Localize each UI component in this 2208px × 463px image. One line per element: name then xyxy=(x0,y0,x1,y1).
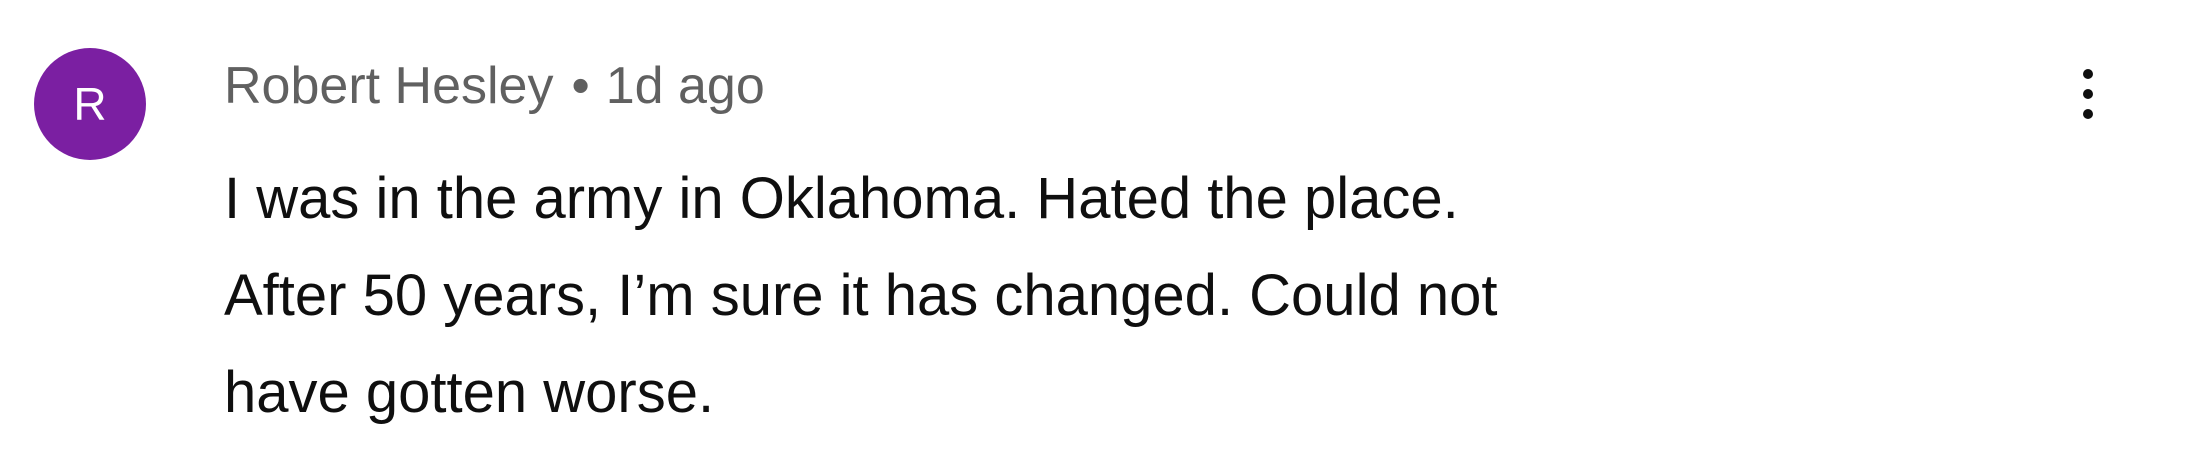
comment-text-line: After 50 years, I’m sure it has changed.… xyxy=(224,263,1498,328)
avatar[interactable]: R xyxy=(34,48,146,160)
more-vertical-icon xyxy=(2083,69,2093,79)
author-name[interactable]: Robert Hesley xyxy=(224,56,553,116)
more-options-button[interactable] xyxy=(2064,56,2112,132)
comment-text-line: I was in the army in Oklahoma. Hated the… xyxy=(224,166,1459,231)
separator-dot: • xyxy=(571,57,590,115)
avatar-letter: R xyxy=(73,78,107,130)
comment-text: I was in the army in Oklahoma. Hated the… xyxy=(224,150,2024,441)
comment-card: R Robert Hesley • 1d ago I was in the ar… xyxy=(0,0,2208,463)
comment-header: Robert Hesley • 1d ago xyxy=(224,56,765,116)
comment-text-line: have gotten worse. xyxy=(224,360,715,425)
timestamp[interactable]: 1d ago xyxy=(606,56,765,116)
more-vertical-icon xyxy=(2083,109,2093,119)
more-vertical-icon xyxy=(2083,89,2093,99)
